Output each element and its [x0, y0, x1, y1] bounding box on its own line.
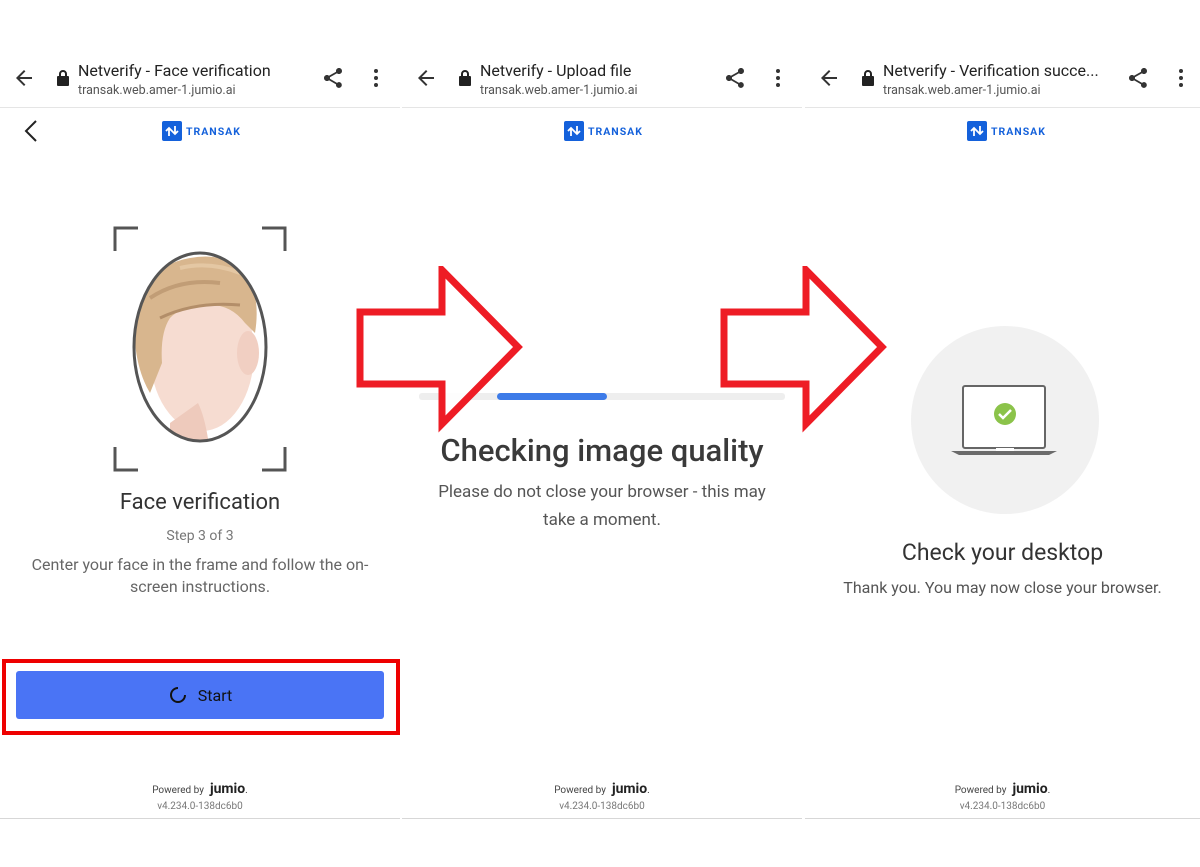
- chevron-left-icon[interactable]: [22, 118, 42, 144]
- tab-url[interactable]: transak.web.amer-1.jumio.ai: [78, 83, 236, 98]
- jumio-dot: .: [647, 785, 650, 796]
- instruction-line-2: screen instructions.: [129, 577, 271, 596]
- arrow-back-icon[interactable]: [817, 66, 841, 90]
- divider: [805, 818, 1200, 819]
- transak-logo: TRANSAK: [162, 121, 241, 141]
- powered-by-text: Powered by: [954, 785, 1007, 796]
- jumio-logo: jumio: [1012, 781, 1048, 797]
- footer: Powered by jumio. v4.234.0-138dc6b0: [0, 778, 400, 812]
- tab-title: Netverify - Upload file: [480, 61, 632, 80]
- more-vert-icon[interactable]: [364, 66, 388, 90]
- page-title: Check your desktop: [901, 539, 1104, 566]
- logo-text: TRANSAK: [186, 124, 241, 138]
- transak-logo: TRANSAK: [967, 121, 1046, 141]
- flow-arrow: [356, 266, 523, 433]
- tab-title: Netverify - Verification succe...: [883, 61, 1099, 80]
- more-vert-icon[interactable]: [1169, 66, 1193, 90]
- version-text: v4.234.0-138dc6b0: [559, 801, 645, 812]
- version-text: v4.234.0-138dc6b0: [959, 801, 1046, 812]
- transak-logo: TRANSAK: [564, 121, 643, 141]
- browser-toolbar: Netverify - Verification succe... transa…: [805, 50, 1200, 108]
- footer: Powered by jumio. v4.234.0-138dc6b0: [402, 778, 802, 812]
- spinner-icon: [169, 687, 186, 703]
- face-illustration: [113, 226, 287, 472]
- share-icon[interactable]: [321, 66, 345, 90]
- arrow-back-icon[interactable]: [414, 66, 438, 90]
- divider: [0, 818, 400, 819]
- version-text: v4.234.0-138dc6b0: [157, 801, 243, 812]
- message-line-2: take a moment.: [543, 510, 661, 530]
- page-title: Face verification: [119, 490, 281, 515]
- divider: [402, 818, 802, 819]
- jumio-dot: .: [1047, 785, 1051, 796]
- more-vert-icon[interactable]: [766, 66, 790, 90]
- logo-text: TRANSAK: [991, 124, 1046, 138]
- jumio-logo: jumio: [611, 781, 648, 797]
- lock-icon: [57, 70, 69, 86]
- jumio-dot: .: [245, 785, 248, 796]
- start-button-label: Start: [197, 685, 233, 705]
- jumio-logo: jumio: [209, 781, 246, 797]
- tab-url[interactable]: transak.web.amer-1.jumio.ai: [480, 83, 638, 98]
- share-icon[interactable]: [723, 66, 747, 90]
- message-line-1: Please do not close your browser - this …: [438, 482, 766, 502]
- lock-icon: [459, 70, 471, 86]
- panel-face-verification: Netverify - Face verification transak.we…: [0, 0, 400, 867]
- start-button[interactable]: Start: [16, 671, 384, 719]
- tab-url[interactable]: transak.web.amer-1.jumio.ai: [883, 83, 1041, 98]
- instruction-line-1: Center your face in the frame and follow…: [31, 555, 369, 574]
- page-title: Checking image quality: [440, 432, 764, 469]
- browser-toolbar: Netverify - Face verification transak.we…: [0, 50, 400, 108]
- powered-by-text: Powered by: [152, 785, 204, 796]
- success-message: Thank you. You may now close your browse…: [843, 578, 1162, 597]
- powered-by-text: Powered by: [554, 785, 606, 796]
- share-icon[interactable]: [1126, 66, 1150, 90]
- logo-text: TRANSAK: [588, 124, 643, 138]
- arrow-back-icon[interactable]: [12, 66, 36, 90]
- tab-title: Netverify - Face verification: [78, 61, 271, 80]
- browser-toolbar: Netverify - Upload file transak.web.amer…: [402, 50, 802, 108]
- laptop-check-icon: [911, 326, 1099, 514]
- step-indicator: Step 3 of 3: [166, 528, 234, 544]
- lock-icon: [862, 70, 874, 86]
- flow-arrow: [720, 266, 887, 433]
- footer: Powered by jumio. v4.234.0-138dc6b0: [805, 778, 1200, 812]
